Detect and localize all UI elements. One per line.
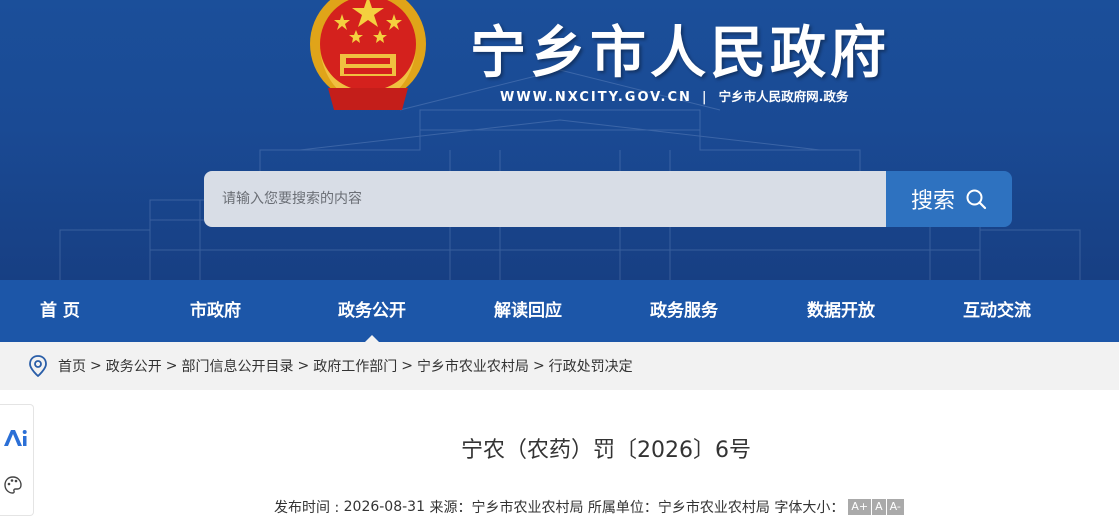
search-box	[204, 171, 886, 227]
location-pin-icon	[29, 355, 47, 377]
search-button[interactable]: 搜索	[886, 171, 1012, 227]
nav-item-home[interactable]: 首 页	[40, 280, 80, 342]
article-title: 宁农（农药）罚〔2026〕6号	[461, 438, 751, 463]
site-subtitle: WWW.NXCITY.GOV.CN | 宁乡市人民政府网.政务	[500, 86, 848, 105]
search-button-label: 搜索	[910, 189, 955, 214]
source-label: 来源：	[429, 500, 472, 516]
breadcrumb-gov-affairs[interactable]: 政务公开	[106, 356, 162, 376]
nav-item-government[interactable]: 市政府	[190, 280, 241, 342]
breadcrumb-home[interactable]: 首页	[58, 356, 86, 376]
site-slogan: 宁乡市人民政府网.政务	[718, 89, 849, 104]
breadcrumb-separator: >	[401, 358, 413, 374]
source-value: 宁乡市农业农村局	[471, 500, 584, 516]
breadcrumb-separator: >	[90, 358, 102, 374]
breadcrumb-gov-depts[interactable]: 政府工作部门	[313, 356, 397, 376]
font-size-increase-button[interactable]: A+	[848, 499, 872, 515]
breadcrumb-penalty-decision[interactable]: 行政处罚决定	[549, 356, 633, 376]
site-title: 宁乡市人民政府	[470, 21, 890, 86]
search-icon	[966, 189, 987, 210]
font-size-controls: A+ A A-	[848, 499, 904, 515]
palette-icon[interactable]	[3, 475, 23, 495]
article-meta: 发布时间 : 2026-08-31 来源： 宁乡市农业农村局 所属单位： 宁乡市农业…	[274, 497, 904, 517]
site-domain: WWW.NXCITY.GOV.CN	[500, 90, 692, 105]
subtitle-separator: |	[701, 90, 709, 105]
breadcrumb-separator: >	[297, 358, 310, 374]
header-banner: 宁乡市人民政府 WWW.NXCITY.GOV.CN | 宁乡市人民政府网.政务 搜索	[0, 0, 1119, 280]
publish-label: 发布时间 :	[274, 500, 340, 516]
breadcrumb-separator: >	[532, 358, 545, 374]
nav-item-services[interactable]: 政务服务	[650, 280, 718, 342]
nav-item-interaction[interactable]: 互动交流	[963, 280, 1031, 342]
font-size-decrease-button[interactable]: A-	[886, 499, 904, 515]
font-size-label: 字体大小：	[774, 500, 845, 516]
nav-item-interpretation[interactable]: 解读回应	[494, 280, 562, 342]
search-input[interactable]	[204, 171, 886, 227]
publish-date: 2026-08-31	[343, 499, 425, 515]
breadcrumb: 首页 > 政务公开 > 部门信息公开目录 > 政府工作部门 > 宁乡市农业农村局…	[0, 342, 1119, 390]
nav-item-gov-affairs[interactable]: 政务公开	[338, 280, 406, 343]
unit-value: 宁乡市农业农村局	[657, 500, 770, 516]
national-emblem	[310, 0, 426, 110]
breadcrumb-dept-catalog[interactable]: 部门信息公开目录	[181, 356, 293, 376]
font-size-normal-button[interactable]: A	[872, 499, 886, 515]
breadcrumb-agri-bureau[interactable]: 宁乡市农业农村局	[417, 356, 529, 376]
main-nav: 首 页 市政府 政务公开 解读回应 政务服务 数据开放 互动交流	[0, 280, 1119, 343]
breadcrumb-separator: >	[165, 358, 178, 374]
nav-item-open-data[interactable]: 数据开放	[807, 280, 875, 342]
unit-label: 所属单位：	[587, 500, 658, 516]
